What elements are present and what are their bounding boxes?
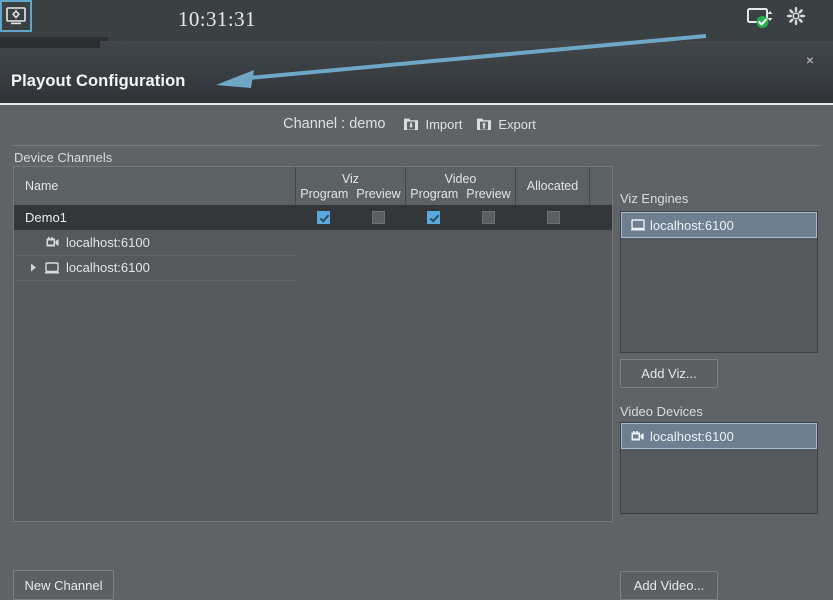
column-header-viz[interactable]: Viz Program Preview xyxy=(296,167,406,205)
list-item-label: localhost:6100 xyxy=(66,235,150,250)
checkbox-viz-preview[interactable] xyxy=(372,211,385,224)
playout-configuration-dialog: Playout Configuration × Channel : demo I… xyxy=(0,41,833,574)
monitor-icon xyxy=(629,219,646,231)
column-header-allocated[interactable]: Allocated xyxy=(516,167,590,205)
column-header-video-title: Video xyxy=(445,172,477,186)
channel-label: Channel : demo xyxy=(283,116,385,132)
export-label: Export xyxy=(498,117,536,132)
playout-config-icon[interactable] xyxy=(0,0,32,32)
toolbar-divider xyxy=(12,145,821,146)
column-header-viz-title: Viz xyxy=(342,172,359,186)
column-header-allocated-label: Allocated xyxy=(527,179,578,193)
device-channels-panel: Name Viz Program Preview Video Program P… xyxy=(13,166,613,522)
list-item[interactable]: localhost:6100 xyxy=(14,255,296,281)
column-header-name-label: Name xyxy=(25,179,58,193)
video-camera-icon xyxy=(629,431,646,442)
cell-allocated[interactable] xyxy=(516,211,590,224)
table-row[interactable]: Demo1 xyxy=(14,205,612,230)
checkbox-video-program[interactable] xyxy=(427,211,440,224)
chevron-right-icon[interactable] xyxy=(24,263,42,272)
video-devices-group-label: Video Devices xyxy=(620,404,703,419)
checkbox-viz-program[interactable] xyxy=(317,211,330,224)
checkbox-video-preview[interactable] xyxy=(482,211,495,224)
monitor-check-glyph xyxy=(746,6,776,32)
column-header-viz-preview: Preview xyxy=(356,187,400,201)
channel-status-icon[interactable] xyxy=(746,6,776,34)
list-item[interactable]: localhost:6100 xyxy=(14,230,296,256)
dialog-toolbar: Channel : demo Import Export xyxy=(0,105,833,143)
list-item-label: localhost:6100 xyxy=(66,260,150,275)
cell-video-program[interactable] xyxy=(406,211,461,224)
gear-glyph xyxy=(786,6,806,26)
column-header-video[interactable]: Video Program Preview xyxy=(406,167,516,205)
list-item[interactable]: localhost:6100 xyxy=(621,212,817,238)
row-name: Demo1 xyxy=(14,210,296,225)
page-title: Playout Configuration xyxy=(11,72,185,91)
viz-engines-list[interactable]: localhost:6100 xyxy=(620,211,818,353)
add-video-button[interactable]: Add Video... xyxy=(620,571,718,600)
column-header-video-program: Program xyxy=(410,187,458,201)
column-header-name[interactable]: Name xyxy=(14,167,296,205)
app-topbar: 10:31:31 xyxy=(0,0,833,42)
import-icon xyxy=(403,117,419,132)
settings-gear-icon[interactable] xyxy=(786,6,816,34)
export-button[interactable]: Export xyxy=(476,117,536,132)
cell-viz-program[interactable] xyxy=(296,211,351,224)
import-label: Import xyxy=(425,117,462,132)
list-item-label: localhost:6100 xyxy=(650,429,734,444)
new-channel-button[interactable]: New Channel xyxy=(13,570,114,600)
dialog-titlebar: Playout Configuration × xyxy=(0,41,833,105)
column-header-video-preview: Preview xyxy=(466,187,510,201)
table-header: Name Viz Program Preview Video Program P… xyxy=(14,167,612,206)
monitor-icon xyxy=(42,262,62,274)
list-item[interactable]: localhost:6100 xyxy=(621,423,817,449)
checkbox-allocated[interactable] xyxy=(547,211,560,224)
export-icon xyxy=(476,117,492,132)
video-devices-list[interactable]: localhost:6100 xyxy=(620,422,818,514)
import-button[interactable]: Import xyxy=(403,117,462,132)
cell-viz-preview[interactable] xyxy=(351,211,406,224)
viz-engines-group-label: Viz Engines xyxy=(620,191,688,206)
add-viz-button[interactable]: Add Viz... xyxy=(620,359,718,388)
close-icon[interactable]: × xyxy=(797,48,823,72)
clock-display: 10:31:31 xyxy=(178,7,256,32)
device-channels-group-label: Device Channels xyxy=(14,150,112,165)
list-item-label: localhost:6100 xyxy=(650,218,734,233)
column-header-viz-program: Program xyxy=(300,187,348,201)
cell-video-preview[interactable] xyxy=(461,211,516,224)
monitor-gear-glyph xyxy=(6,7,26,25)
video-camera-icon xyxy=(42,237,62,248)
column-header-spacer xyxy=(590,167,610,205)
titlebar-accent-strip xyxy=(0,41,100,48)
